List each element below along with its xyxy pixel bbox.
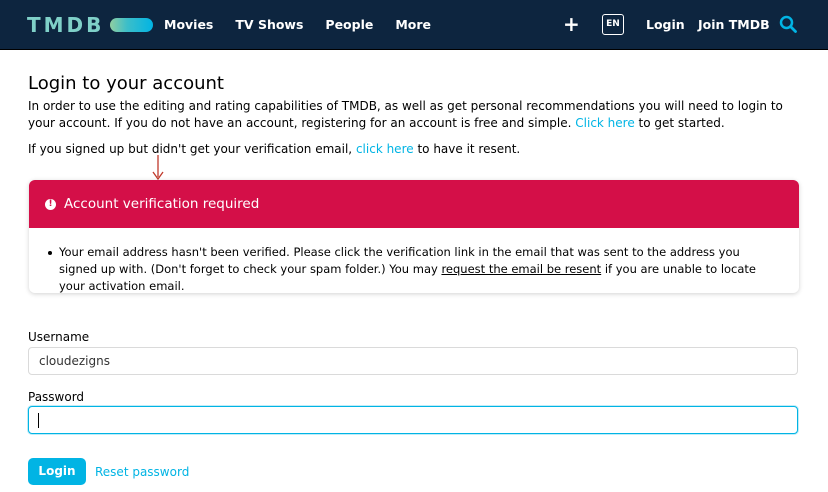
alert-body: Your email address hasn't been verified.… <box>29 228 799 293</box>
verification-alert: ! Account verification required Your ema… <box>29 180 799 293</box>
join-tmdb-link[interactable]: Join TMDB <box>698 0 770 49</box>
exclamation-icon: ! <box>45 198 56 210</box>
plus-icon[interactable]: + <box>563 14 580 34</box>
login-button[interactable]: Login <box>28 458 86 485</box>
username-input[interactable]: cloudezigns <box>28 347 798 375</box>
text-cursor <box>38 413 39 428</box>
tmdb-logo[interactable]: TMDB <box>27 12 154 38</box>
resend-suffix: to have it resent. <box>417 142 521 156</box>
resend-paragraph: If you signed up but didn't get your ver… <box>28 141 520 157</box>
resend-email-link[interactable]: request the email be resent <box>441 262 601 276</box>
logo-pill-shape <box>110 18 154 32</box>
intro-suffix: to get started. <box>638 115 725 130</box>
resend-prefix: If you signed up but didn't get your ver… <box>28 142 353 156</box>
nav-people[interactable]: People <box>325 17 373 32</box>
alert-header: ! Account verification required <box>29 180 799 228</box>
page-title: Login to your account <box>28 73 224 94</box>
bullet-point <box>48 251 52 255</box>
register-link[interactable]: Click here <box>575 116 634 130</box>
logo-text: TMDB <box>27 13 105 37</box>
nav-tv-shows[interactable]: TV Shows <box>235 17 303 32</box>
red-arrow-annotation <box>152 155 164 181</box>
top-navigation-bar: TMDB Movies TV Shows People More + EN Lo… <box>0 0 828 50</box>
login-link[interactable]: Login <box>646 0 685 49</box>
main-nav: Movies TV Shows People More <box>164 0 453 49</box>
password-input[interactable] <box>28 406 798 434</box>
language-selector[interactable]: EN <box>602 14 624 35</box>
nav-movies[interactable]: Movies <box>164 17 213 32</box>
nav-more[interactable]: More <box>395 17 431 32</box>
intro-paragraph: In order to use the editing and rating c… <box>28 98 803 131</box>
username-label: Username <box>28 330 90 344</box>
reset-password-link[interactable]: Reset password <box>95 465 189 479</box>
resend-link[interactable]: click here <box>356 142 414 156</box>
password-label: Password <box>28 390 85 404</box>
search-icon[interactable] <box>779 15 797 33</box>
alert-title: Account verification required <box>64 196 260 212</box>
